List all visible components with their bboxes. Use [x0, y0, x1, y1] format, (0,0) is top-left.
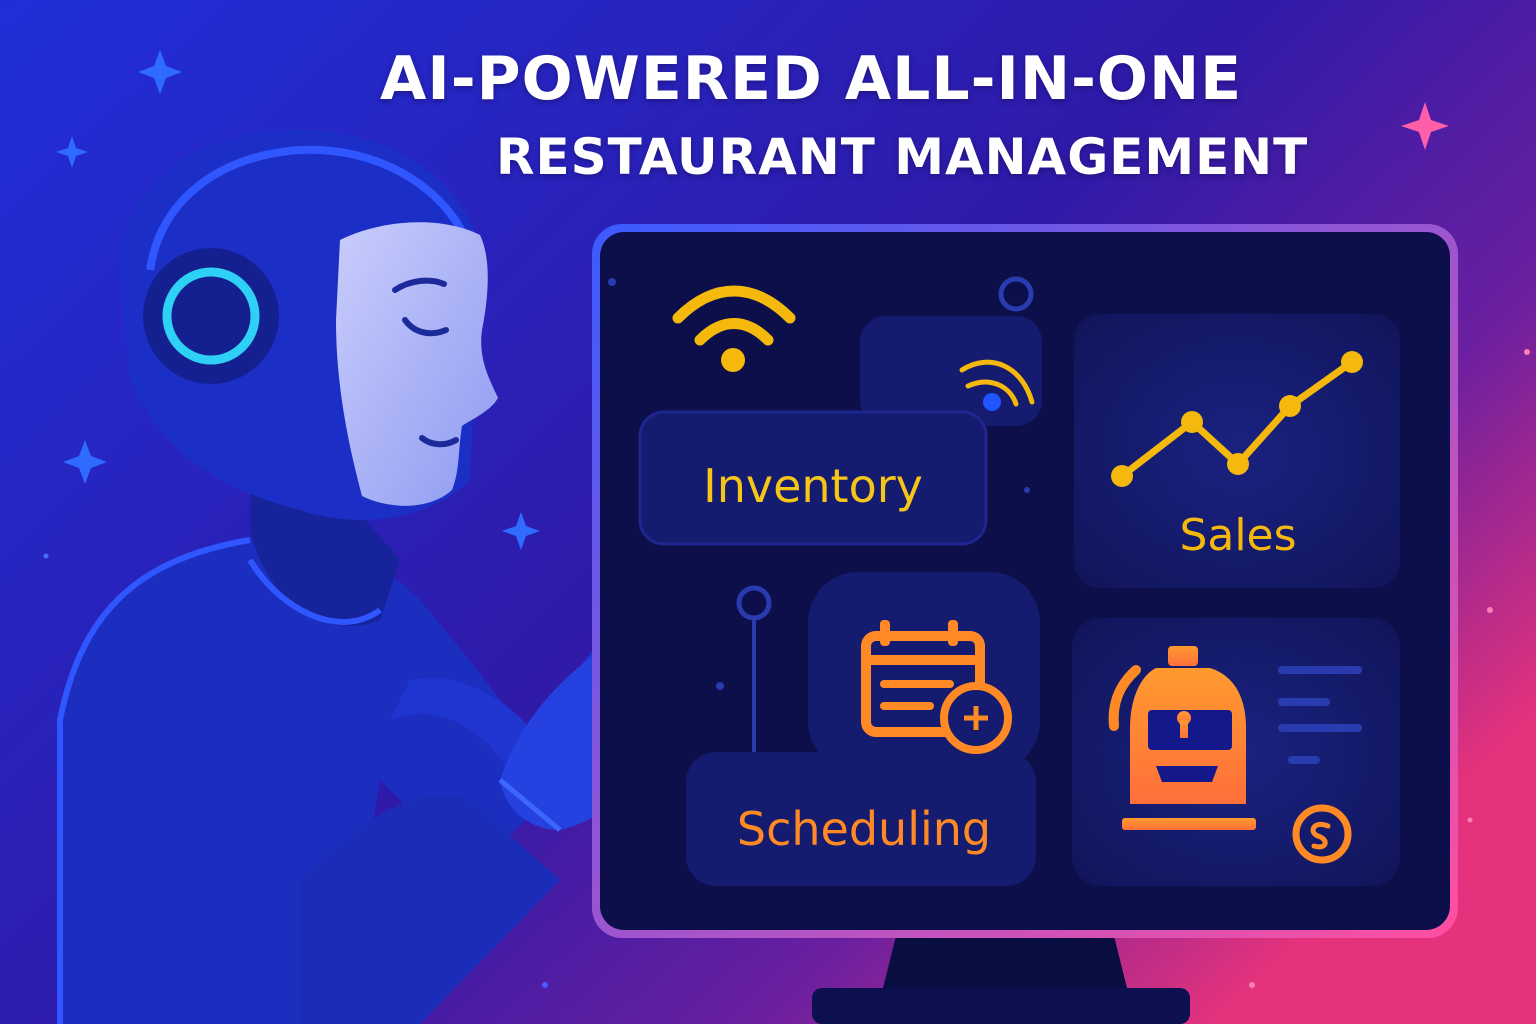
headline-line-2: RESTAURANT MANAGEMENT	[496, 128, 1309, 186]
scheduling-label: Scheduling	[737, 802, 991, 856]
inventory-label: Inventory	[703, 459, 923, 513]
sales-label: Sales	[1179, 510, 1296, 561]
headline-line-1: AI-POWERED ALL-IN-ONE	[380, 44, 1243, 114]
register-tile[interactable]	[1072, 618, 1400, 886]
